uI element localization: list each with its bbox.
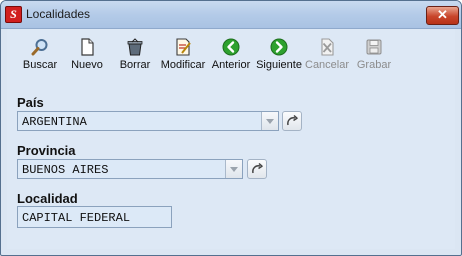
localidad-value: CAPITAL FEDERAL [22, 211, 131, 225]
provincia-refresh-button[interactable] [247, 159, 267, 179]
arrow-left-icon [222, 38, 240, 56]
cancelar-button[interactable]: Cancelar [305, 32, 349, 80]
provincia-select[interactable]: BUENOS AIRES [17, 159, 243, 179]
siguiente-label: Siguiente [256, 59, 302, 71]
window-title: Localidades [26, 7, 91, 21]
trash-icon [127, 38, 143, 56]
siguiente-button[interactable]: Siguiente [255, 32, 303, 80]
pais-select[interactable]: ARGENTINA [17, 111, 279, 131]
anterior-button[interactable]: Anterior [210, 32, 252, 80]
cancelar-label: Cancelar [305, 59, 350, 71]
provincia-label: Provincia [17, 143, 76, 158]
chevron-down-icon[interactable] [225, 160, 242, 178]
chevron-down-icon[interactable] [261, 112, 278, 130]
close-button[interactable]: ✕ [426, 6, 459, 25]
buscar-label: Buscar [22, 59, 58, 71]
grabar-button[interactable]: Grabar [354, 32, 394, 80]
borrar-label: Borrar [119, 59, 151, 71]
provincia-value: BUENOS AIRES [22, 163, 109, 177]
anterior-label: Anterior [211, 59, 251, 71]
toolbar: Buscar Nuevo Borrar Modificar Anterior S… [7, 29, 455, 83]
edit-icon [176, 38, 191, 56]
localidades-window: S Localidades ✕ Buscar Nuevo Borrar Modi… [0, 0, 462, 256]
grabar-label: Grabar [356, 59, 392, 71]
arrow-right-icon [270, 38, 288, 56]
buscar-button[interactable]: Buscar [17, 32, 63, 80]
nuevo-button[interactable]: Nuevo [67, 32, 107, 80]
save-icon [366, 39, 382, 55]
pais-label: País [17, 95, 44, 110]
modificar-button[interactable]: Modificar [159, 32, 207, 80]
search-icon [31, 39, 48, 56]
localidad-label: Localidad [17, 191, 78, 206]
borrar-button[interactable]: Borrar [115, 32, 155, 80]
new-document-icon [81, 38, 94, 56]
refresh-icon [287, 114, 298, 126]
client-area: Buscar Nuevo Borrar Modificar Anterior S… [7, 29, 455, 249]
modificar-label: Modificar [160, 59, 206, 71]
pais-value: ARGENTINA [22, 115, 87, 129]
nuevo-label: Nuevo [71, 59, 103, 71]
pais-refresh-button[interactable] [282, 111, 302, 131]
cancel-icon [321, 38, 334, 56]
app-logo-icon: S [5, 6, 22, 23]
title-bar[interactable]: S Localidades ✕ [1, 1, 461, 29]
refresh-icon [252, 162, 263, 174]
localidad-input[interactable]: CAPITAL FEDERAL [17, 206, 172, 228]
